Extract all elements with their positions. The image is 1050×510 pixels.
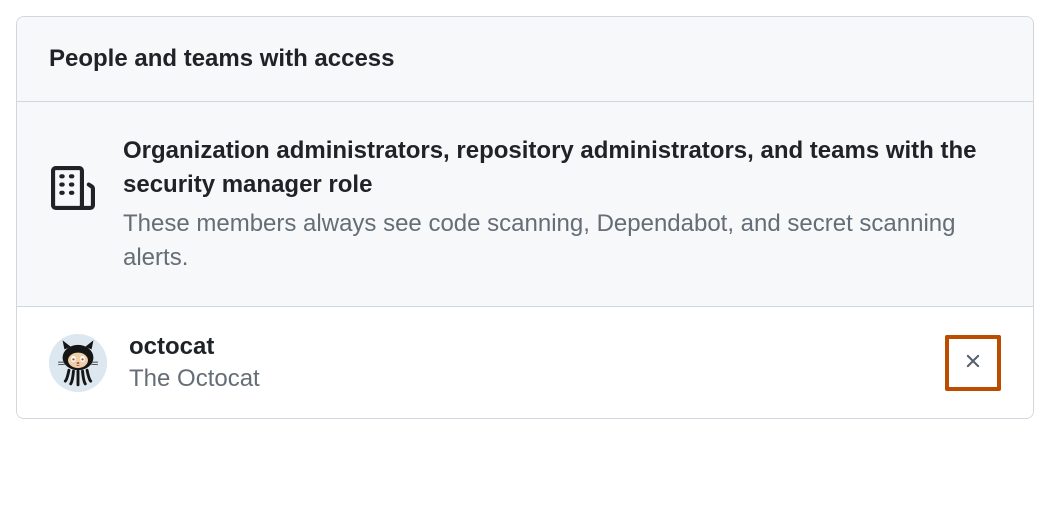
user-access-row: octocat The Octocat <box>17 307 1033 417</box>
access-panel: People and teams with access Organizatio… <box>16 16 1034 419</box>
admin-access-row: Organization administrators, repository … <box>17 102 1033 307</box>
close-icon <box>962 350 984 375</box>
user-text-block: octocat The Octocat <box>129 331 923 393</box>
panel-header: People and teams with access <box>17 17 1033 102</box>
user-login: octocat <box>129 331 923 362</box>
remove-user-button[interactable] <box>945 335 1001 391</box>
avatar <box>49 334 107 392</box>
admin-heading: Organization administrators, repository … <box>123 134 1001 201</box>
admin-text-block: Organization administrators, repository … <box>123 134 1001 274</box>
admin-description: These members always see code scanning, … <box>123 207 1001 274</box>
organization-icon <box>49 164 97 212</box>
panel-title: People and teams with access <box>49 45 1001 73</box>
user-display-name: The Octocat <box>129 363 923 394</box>
